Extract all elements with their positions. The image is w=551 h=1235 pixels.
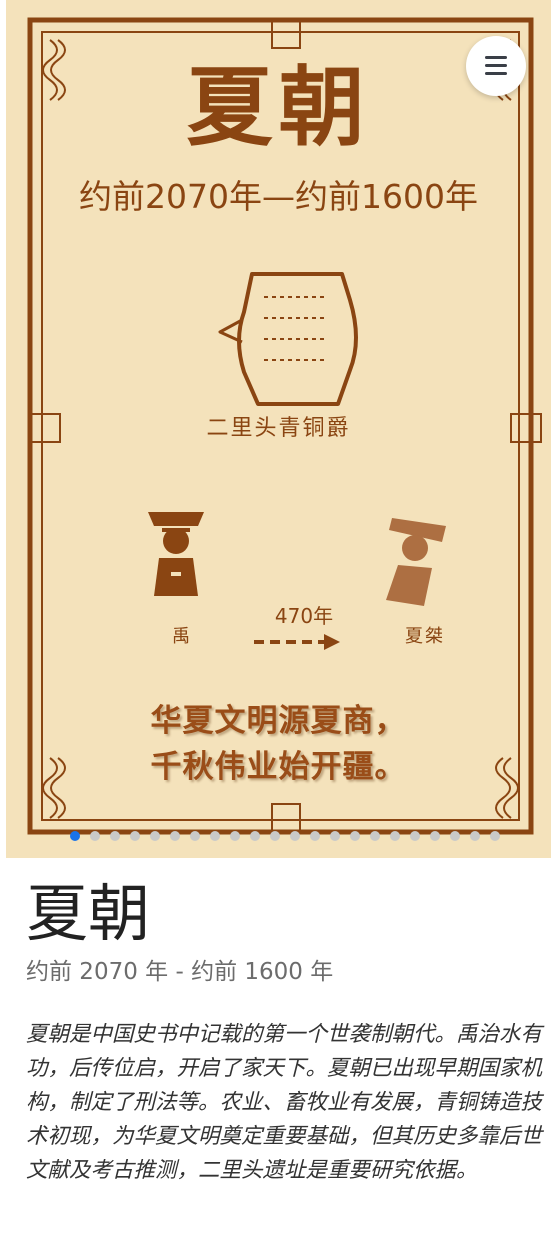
carousel-dot[interactable] — [430, 831, 440, 841]
carousel-dot[interactable] — [110, 831, 120, 841]
figure-yu-icon — [148, 512, 204, 596]
frame-tab-bottom — [271, 803, 301, 833]
carousel-dot[interactable] — [350, 831, 360, 841]
page: 夏朝 约前2070年—约前1600年 二里头青铜爵 禹 470年 夏桀 华夏文明… — [0, 0, 551, 1235]
dynasty-description: 夏朝是中国史书中记载的第一个世袭制朝代。禹治水有功，后传位启，开启了家天下。夏朝… — [26, 1022, 543, 1183]
carousel-dot[interactable] — [310, 831, 320, 841]
carousel-dot[interactable] — [330, 831, 340, 841]
carousel-dot[interactable] — [170, 831, 180, 841]
figure-jie-icon — [386, 518, 446, 606]
carousel-dot[interactable] — [190, 831, 200, 841]
carousel-dot[interactable] — [270, 831, 280, 841]
figure-jie-label: 夏桀 — [405, 626, 445, 647]
poster-dates: 约前2070年—约前1600年 — [79, 177, 478, 216]
page-title: 夏朝 — [26, 877, 151, 950]
poem-line-2: 千秋伟业始开疆。 — [150, 749, 407, 785]
carousel-pagination — [70, 831, 500, 841]
menu-button[interactable] — [466, 36, 526, 96]
carousel-dot[interactable] — [470, 831, 480, 841]
carousel-dot[interactable] — [70, 831, 80, 841]
carousel-dot[interactable] — [290, 831, 300, 841]
carousel-dot[interactable] — [370, 831, 380, 841]
figure-yu-label: 禹 — [172, 626, 190, 647]
poem-line-1: 华夏文明源夏商， — [150, 703, 407, 739]
carousel-dot[interactable] — [490, 831, 500, 841]
hamburger-menu-icon — [485, 56, 507, 76]
frame-tab-top — [271, 19, 301, 49]
dynasty-poster: 夏朝 约前2070年—约前1600年 二里头青铜爵 禹 470年 夏桀 华夏文明… — [6, 0, 551, 858]
carousel-dot[interactable] — [250, 831, 260, 841]
jue-pattern-lines — [264, 296, 328, 361]
timespan-label: 470年 — [274, 604, 334, 628]
carousel-dot[interactable] — [410, 831, 420, 841]
timespan-arrow-icon — [254, 634, 340, 650]
carousel-dot[interactable] — [210, 831, 220, 841]
carousel-dot[interactable] — [230, 831, 240, 841]
carousel-dot[interactable] — [90, 831, 100, 841]
carousel-dot[interactable] — [450, 831, 460, 841]
carousel-dot[interactable] — [390, 831, 400, 841]
artifact-caption: 二里头青铜爵 — [206, 416, 351, 441]
carousel-dot[interactable] — [130, 831, 140, 841]
dynasty-dates: 约前 2070 年 - 约前 1600 年 — [26, 959, 334, 985]
carousel-dot[interactable] — [150, 831, 160, 841]
poster-poem: 华夏文明源夏商， 千秋伟业始开疆。 — [6, 698, 551, 790]
